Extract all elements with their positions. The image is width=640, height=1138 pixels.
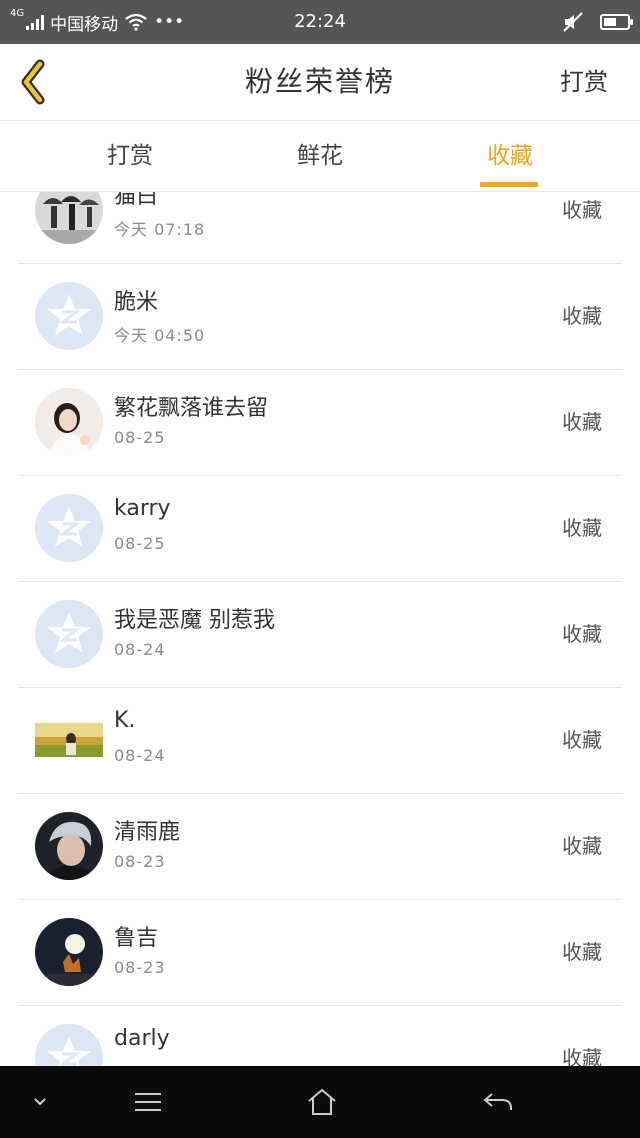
menu-icon[interactable] — [126, 1066, 170, 1138]
action-label: 收藏 — [562, 940, 602, 964]
avatar[interactable] — [35, 600, 103, 668]
user-name: 鲁吉 — [114, 926, 159, 951]
home-icon[interactable] — [298, 1066, 346, 1138]
battery-icon — [600, 14, 633, 30]
list-item[interactable]: karry 08-25 收藏 — [18, 476, 622, 582]
avatar[interactable] — [35, 1024, 103, 1066]
timestamp: 今天 07:18 — [114, 220, 206, 239]
tab-label: 收藏 — [487, 143, 533, 169]
list-item[interactable]: 脆米今天 04:50 收藏 — [18, 264, 622, 370]
tab-flowers[interactable]: 鲜花 — [260, 121, 380, 191]
timestamp: 今天 04:50 — [114, 326, 206, 345]
user-name: K. — [114, 708, 136, 733]
action-label: 收藏 — [562, 516, 602, 540]
avatar[interactable] — [35, 388, 103, 456]
avatar[interactable] — [35, 192, 103, 244]
action-label: 收藏 — [562, 410, 602, 434]
avatar[interactable] — [35, 494, 103, 562]
list-item[interactable]: 清雨鹿 08-23 收藏 — [18, 794, 622, 900]
active-tab-indicator — [480, 182, 538, 187]
timestamp: 08-23 — [114, 958, 166, 977]
list-item[interactable]: 我是恶魔 别惹我 08-24 收藏 — [18, 582, 622, 688]
user-name: 繁花飘落谁去留 — [114, 396, 269, 421]
action-label: 收藏 — [562, 304, 602, 328]
user-name: karry — [114, 496, 171, 521]
fan-list[interactable]: 猫白 今天 07:18 收藏 脆米 今天 04:50 收藏 繁花飘落谁去留 08-25 收藏 ka… — [0, 192, 640, 1066]
timestamp: 08-24 — [114, 746, 166, 765]
list-item[interactable]: K. 08-24 收藏 — [18, 688, 622, 794]
back-icon[interactable] — [474, 1066, 522, 1138]
user-name: 猫白 — [114, 192, 159, 209]
list-item[interactable]: 猫白今天 07:18 收藏 — [18, 192, 622, 264]
user-name: darly — [114, 1026, 170, 1051]
action-label: 收藏 — [562, 622, 602, 646]
chevron-down-icon[interactable] — [20, 1066, 60, 1138]
tab-label: 鲜花 — [297, 143, 343, 169]
timestamp: 08-25 — [114, 428, 166, 447]
timestamp: 08-25 — [114, 534, 166, 553]
reward-button[interactable]: 打赏 — [560, 44, 608, 120]
page-title: 粉丝荣誉榜 — [244, 65, 395, 98]
timestamp: 08-23 — [114, 852, 166, 871]
avatar[interactable] — [35, 918, 103, 986]
list-item[interactable]: 繁花飘落谁去留 08-25 收藏 — [18, 370, 622, 476]
user-name: 我是恶魔 别惹我 — [114, 608, 275, 633]
action-label: 收藏 — [562, 728, 602, 752]
avatar[interactable] — [35, 723, 103, 757]
mute-icon — [563, 12, 583, 32]
action-label: 收藏 — [562, 198, 602, 222]
status-bar: 4G 中国移动 ••• 22:24 — [0, 0, 640, 44]
list-item[interactable]: darly 收藏 — [18, 1006, 622, 1066]
system-nav-bar — [0, 1066, 640, 1138]
avatar[interactable] — [35, 812, 103, 880]
fan-list-items: 猫白 今天 07:18 收藏 脆米 今天 04:50 收藏 繁花飘落谁去留 08-25 收藏 ka… — [0, 192, 640, 1066]
list-item[interactable]: 鲁吉 08-23 收藏 — [18, 900, 622, 1006]
clock: 22:24 — [294, 11, 346, 32]
tab-favorites[interactable]: 收藏 — [450, 121, 570, 191]
user-name: 清雨鹿 — [114, 820, 181, 845]
avatar[interactable] — [35, 282, 103, 350]
action-label: 收藏 — [562, 834, 602, 858]
tab-bar: 打赏 鲜花 收藏 — [0, 121, 640, 192]
timestamp: 08-24 — [114, 640, 166, 659]
tab-label: 打赏 — [107, 143, 153, 169]
status-right — [562, 0, 633, 44]
action-label: 收藏 — [562, 1046, 602, 1066]
user-name: 脆米 — [114, 290, 159, 315]
app-header: 粉丝荣誉榜 打赏 — [0, 44, 640, 121]
tab-reward[interactable]: 打赏 — [70, 121, 190, 191]
